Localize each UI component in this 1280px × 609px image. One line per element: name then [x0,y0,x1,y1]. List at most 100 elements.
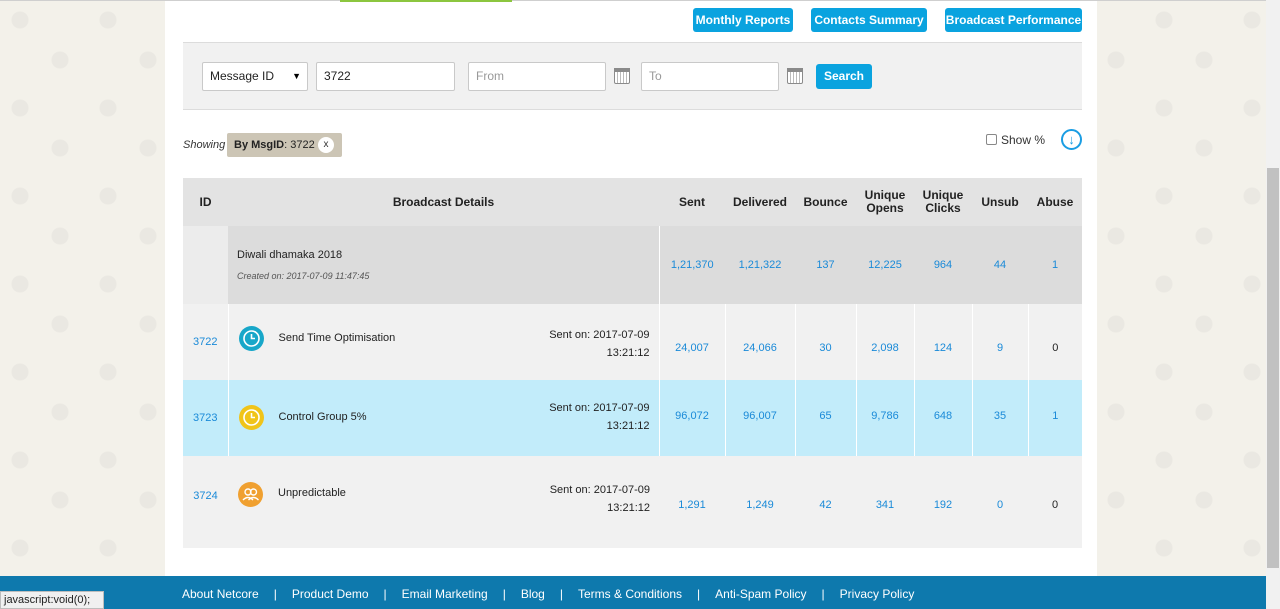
calendar-icon[interactable] [787,68,803,84]
row-unsub[interactable]: 9 [971,304,1028,380]
group-bounce[interactable]: 137 [795,226,856,304]
group-sent[interactable]: 1,21,370 [658,226,725,304]
table-row-group: Diwali dhamaka 2018 Created on: 2017-07-… [183,226,1082,304]
col-header-unique-clicks-line1: Unique [922,188,964,202]
row-details-cell: Control Group 5% Sent on: 2017-07-09 13:… [227,380,659,456]
footer-separator: | [502,587,506,601]
row-abuse[interactable]: 1 [1027,380,1082,456]
row-unique-clicks[interactable]: 648 [913,380,972,456]
footer-separator: | [273,587,277,601]
group-delivered[interactable]: 1,21,322 [725,226,795,304]
row-unsub[interactable]: 0 [972,456,1028,548]
col-header-bounce: Bounce [795,178,856,226]
sent-on-date: Sent on: 2017-07-09 [549,484,650,496]
sent-on: Sent on: 2017-07-09 13:21:12 [550,481,650,517]
message-id-input[interactable]: 3722 [316,62,455,91]
footer-separator: | [559,587,563,601]
col-header-unique-opens: Unique Opens [856,178,914,226]
row-id-link[interactable]: 3722 [183,304,228,380]
showing-label: Showing [183,139,226,151]
download-icon[interactable]: ↓ [1061,129,1082,150]
broadcast-table: ID Broadcast Details Sent Delivered Boun… [183,178,1082,548]
row-id-link[interactable]: 3723 [183,380,228,456]
sent-on-date: Sent on: 2017-07-09 [549,402,650,414]
group-abuse[interactable]: 1 [1028,226,1082,304]
row-delivered[interactable]: 96,007 [724,380,795,456]
row-bounce[interactable]: 30 [794,304,856,380]
row-sent[interactable]: 24,007 [658,304,725,380]
col-header-unique-opens-line1: Unique [864,188,906,202]
row-delivered[interactable]: 1,249 [725,456,795,548]
chip-value: : 3722 [284,139,315,151]
footer-separator: | [697,587,701,601]
sent-on: Sent on: 2017-07-09 13:21:12 [549,399,649,435]
row-details-cell: Unpredictable Sent on: 2017-07-09 13:21:… [228,456,659,548]
footer-link-about[interactable]: About Netcore [182,587,259,601]
footer-links: About Netcore | Product Demo | Email Marketi… [182,587,914,601]
broadcast-performance-button[interactable]: Broadcast Performance [945,8,1082,32]
contacts-summary-button[interactable]: Contacts Summary [811,8,927,32]
row-unique-opens[interactable]: 341 [856,456,914,548]
footer-link-product-demo[interactable]: Product Demo [292,587,369,601]
top-divider [0,0,1280,1]
col-header-delivered: Delivered [725,178,795,226]
col-header-unsub: Unsub [972,178,1028,226]
row-abuse: 0 [1028,456,1082,548]
sent-on: Sent on: 2017-07-09 13:21:12 [549,326,649,362]
sent-on-date: Sent on: 2017-07-09 [549,329,650,341]
from-date-input[interactable]: From [468,62,606,91]
calendar-icon[interactable] [614,68,630,84]
filter-type-value: Message ID [210,69,275,83]
table-row: 3723 Control Group 5% Sent on: 2017-07-0… [183,380,1082,456]
search-button[interactable]: Search [816,64,872,89]
sent-on-time: 13:21:12 [607,502,650,514]
group-unique-clicks[interactable]: 964 [914,226,972,304]
group-unique-opens[interactable]: 12,225 [856,226,914,304]
chip-key: By MsgID [234,139,285,151]
monthly-reports-button[interactable]: Monthly Reports [693,8,793,32]
col-header-details: Broadcast Details [228,178,659,226]
filter-type-select[interactable]: Message ID ▼ [202,62,308,91]
group-id-cell [183,226,228,304]
row-unique-opens[interactable]: 9,786 [855,380,914,456]
group-created: Created on: 2017-07-09 11:47:45 [237,271,370,281]
row-delivered[interactable]: 24,066 [724,304,795,380]
footer-link-terms[interactable]: Terms & Conditions [578,587,682,601]
table-row: 3722 Send Time Optimisation Sent on: 201… [183,304,1082,380]
users-icon [238,482,263,507]
clock-icon [238,326,264,351]
chevron-down-icon: ▼ [292,71,301,81]
table-row: 3724 Unpredictable Sent on: 2017-07-09 1… [183,456,1082,548]
col-header-unique-clicks-line2: Clicks [925,201,961,215]
filter-chip: By MsgID: 3722 x [227,133,342,157]
close-icon[interactable]: x [318,137,334,153]
browser-status-bar: javascript:void(0); [0,591,104,609]
row-sent[interactable]: 1,291 [659,456,725,548]
to-date-input[interactable]: To [641,62,779,91]
row-unique-opens[interactable]: 2,098 [855,304,914,380]
row-bounce[interactable]: 65 [794,380,856,456]
footer-link-privacy[interactable]: Privacy Policy [840,587,915,601]
broadcast-name: Control Group 5% [278,411,367,423]
row-bounce[interactable]: 42 [795,456,856,548]
row-unique-clicks[interactable]: 192 [914,456,972,548]
row-id-link[interactable]: 3724 [183,456,228,548]
row-details-cell: Send Time Optimisation Sent on: 2017-07-… [227,304,659,380]
row-unsub[interactable]: 35 [971,380,1028,456]
footer-link-blog[interactable]: Blog [521,587,545,601]
footer-link-email-marketing[interactable]: Email Marketing [402,587,488,601]
group-name: Diwali dhamaka 2018 [237,249,343,261]
show-percent-checkbox[interactable] [986,134,997,145]
footer-link-anti-spam[interactable]: Anti-Spam Policy [715,587,806,601]
row-unique-clicks[interactable]: 124 [913,304,972,380]
footer-separator: | [821,587,825,601]
active-nav-indicator [340,0,512,2]
scrollbar-thumb[interactable] [1267,168,1279,568]
row-sent[interactable]: 96,072 [658,380,725,456]
col-header-abuse: Abuse [1028,178,1082,226]
group-unsub[interactable]: 44 [972,226,1028,304]
col-header-sent: Sent [659,178,725,226]
col-header-unique-clicks: Unique Clicks [914,178,972,226]
footer-separator: | [383,587,387,601]
show-percent-label: Show % [1001,133,1046,147]
